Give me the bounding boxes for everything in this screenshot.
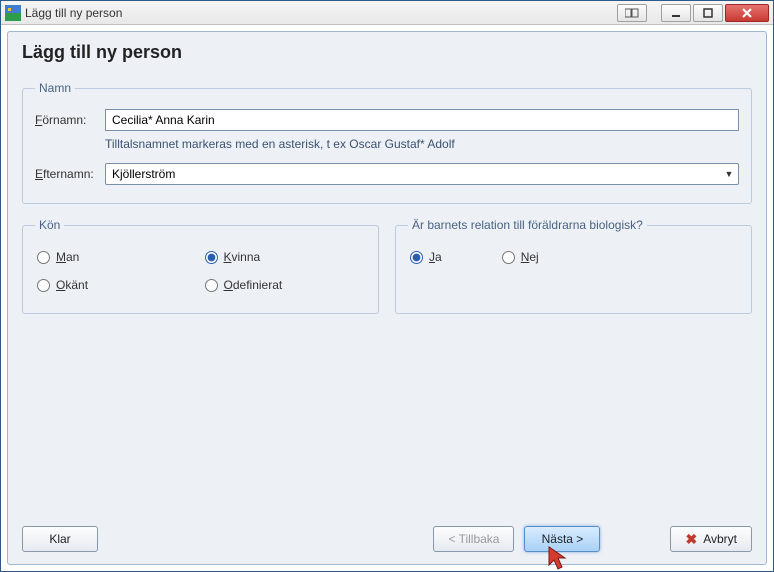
fornamn-input[interactable] <box>105 109 739 131</box>
cancel-icon: ✖ <box>685 531 697 548</box>
tillbaka-button[interactable]: < Tillbaka <box>433 526 514 552</box>
radio-odefinierat[interactable]: Odefinierat <box>205 278 365 292</box>
radio-man[interactable]: Man <box>37 250 197 264</box>
maximize-button[interactable] <box>693 4 723 22</box>
two-column-row: Kön Man Kvinna Okänt <box>22 218 752 328</box>
gender-group: Kön Man Kvinna Okänt <box>22 218 379 314</box>
spacer <box>22 328 752 516</box>
radio-nej[interactable]: Nej <box>502 250 539 264</box>
avbryt-button[interactable]: ✖ Avbryt <box>670 526 752 552</box>
window-title: Lägg till ny person <box>25 6 617 20</box>
radio-okant-input[interactable] <box>37 279 50 292</box>
radio-okant-label: Okänt <box>56 278 88 292</box>
efternamn-combobox[interactable]: Kjöllerström ▼ <box>105 163 739 185</box>
radio-ja[interactable]: Ja <box>410 250 442 264</box>
radio-man-input[interactable] <box>37 251 50 264</box>
radio-okant[interactable]: Okänt <box>37 278 197 292</box>
nasta-button[interactable]: Nästa > <box>524 526 600 552</box>
relation-group: Är barnets relation till föräldrarna bio… <box>395 218 752 314</box>
radio-ja-input[interactable] <box>410 251 423 264</box>
app-icon <box>5 5 21 21</box>
radio-kvinna-label: Kvinna <box>224 250 261 264</box>
radio-kvinna[interactable]: Kvinna <box>205 250 365 264</box>
gender-group-legend: Kön <box>35 218 64 232</box>
window-extra-button[interactable] <box>617 4 647 22</box>
relation-group-legend: Är barnets relation till föräldrarna bio… <box>408 218 647 232</box>
radio-man-label: Man <box>56 250 79 264</box>
name-group-legend: Namn <box>35 81 75 95</box>
relation-radio-row: Ja Nej <box>408 246 739 268</box>
fornamn-hint: Tilltalsnamnet markeras med en asterisk,… <box>105 137 739 151</box>
inner-panel: Lägg till ny person Namn Förnamn: Tillta… <box>7 31 767 565</box>
efternamn-row: Efternamn: Kjöllerström ▼ <box>35 163 739 185</box>
radio-nej-input[interactable] <box>502 251 515 264</box>
radio-ja-label: Ja <box>429 250 442 264</box>
avbryt-label: Avbryt <box>703 532 737 546</box>
content-area: Lägg till ny person Namn Förnamn: Tillta… <box>1 25 773 571</box>
minimize-button[interactable] <box>661 4 691 22</box>
radio-nej-label: Nej <box>521 250 539 264</box>
dialog-window: Lägg till ny person Lägg till ny person … <box>0 0 774 572</box>
fornamn-row: Förnamn: <box>35 109 739 131</box>
klar-button[interactable]: Klar <box>22 526 98 552</box>
radio-odefinierat-label: Odefinierat <box>224 278 283 292</box>
titlebar: Lägg till ny person <box>1 1 773 25</box>
window-controls <box>617 4 769 22</box>
chevron-down-icon: ▼ <box>720 169 738 179</box>
efternamn-value: Kjöllerström <box>106 167 720 181</box>
fornamn-label: Förnamn: <box>35 113 105 127</box>
close-button[interactable] <box>725 4 769 22</box>
page-title: Lägg till ny person <box>22 42 752 63</box>
radio-kvinna-input[interactable] <box>205 251 218 264</box>
radio-odefinierat-input[interactable] <box>205 279 218 292</box>
efternamn-label: Efternamn: <box>35 167 105 181</box>
name-group: Namn Förnamn: Tilltalsnamnet markeras me… <box>22 81 752 204</box>
gender-radio-grid: Man Kvinna Okänt Odefinierat <box>35 246 366 296</box>
button-bar: Klar < Tillbaka Nästa > ✖ Avbryt <box>22 526 752 552</box>
